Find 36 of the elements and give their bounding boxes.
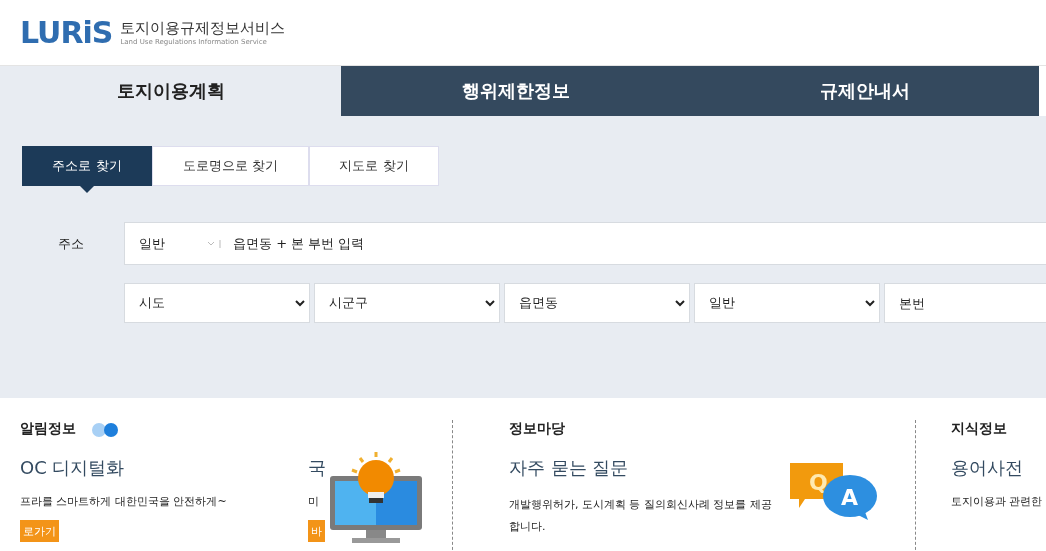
address-label: 주소 <box>57 234 85 253</box>
search-tab[interactable]: 도로명으로 찾기 <box>152 146 309 186</box>
search-tab[interactable]: 주소로 찾기 <box>22 146 152 186</box>
main-tab[interactable]: 토지이용계획 <box>0 66 341 116</box>
caret-icon <box>485 299 495 307</box>
dropdown[interactable]: 시도 <box>124 283 310 323</box>
logo[interactable]: LURiS <box>20 15 113 50</box>
item-title: 자주 묻는 질문 <box>509 456 629 480</box>
caret-icon <box>865 299 875 307</box>
dropdown[interactable]: 시군구 <box>314 283 500 323</box>
site-title: 토지이용규제정보서비스 <box>120 19 286 38</box>
pager-dot[interactable] <box>104 423 118 437</box>
pager-dot[interactable] <box>92 423 106 437</box>
item-text: 토지이용과 관련한 <box>951 494 1043 510</box>
caret-icon <box>675 299 685 307</box>
tab-pointer <box>80 186 94 193</box>
item-text: 미 <box>308 494 320 510</box>
item-title: 국 <box>308 456 326 480</box>
caret-icon <box>207 239 223 248</box>
main-tab[interactable]: 규제안내서 <box>690 66 1039 116</box>
section-title: 알림정보 <box>20 420 76 438</box>
item-text: 프라를 스마트하게 대한민국을 안전하게~ <box>20 494 228 510</box>
item-title: 용어사전 <box>951 456 1023 480</box>
type-select[interactable]: 일반 <box>139 234 207 253</box>
address-field[interactable]: 일반 읍면동 + 본 부번 입력 <box>124 222 1046 265</box>
main-tab[interactable]: 행위제한정보 <box>341 66 690 116</box>
section-title: 지식정보 <box>951 420 1008 438</box>
dropdown[interactable]: 일반 <box>694 283 880 323</box>
dropdown[interactable]: 읍면동 <box>504 283 690 323</box>
search-tab[interactable]: 지도로 찾기 <box>309 146 439 186</box>
monitor-lightbulb-icon <box>330 452 422 544</box>
item-title: OC 디지털화 <box>20 456 125 480</box>
item-text: 개발행위허가, 도시계획 등 질의회신사례 정보를 제공합니다. <box>509 497 773 535</box>
input-field[interactable]: 본번 <box>884 283 1046 323</box>
section-title: 정보마당 <box>509 420 566 438</box>
caret-icon <box>295 299 305 307</box>
